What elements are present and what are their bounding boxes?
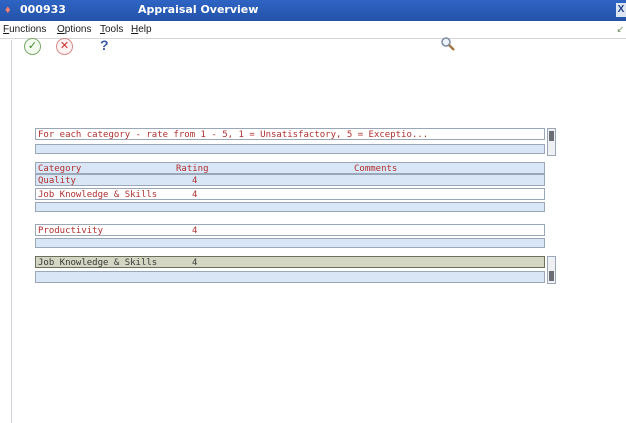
scroll-thumb[interactable] <box>549 131 554 141</box>
category-cell: Productivity <box>38 226 104 236</box>
ok-checkmark-icon[interactable]: ✓ <box>24 38 41 55</box>
instructions-row: For each category - rate from 1 - 5, 1 =… <box>35 128 545 140</box>
column-header-rating[interactable]: Rating <box>176 163 209 173</box>
category-cell: Job Knowledge & Skills <box>38 258 158 268</box>
selected-table-row[interactable]: Job Knowledge & Skills 4 <box>35 256 545 268</box>
scroll-thumb[interactable] <box>549 271 554 281</box>
top-scrollbar[interactable] <box>547 128 556 156</box>
toolbar: ✓ ✕ ? <box>0 0 626 58</box>
column-header-category[interactable]: Category <box>38 163 81 173</box>
blank-form-area <box>13 300 626 423</box>
category-cell: Job Knowledge & Skills <box>38 190 158 200</box>
table-row[interactable]: Quality 4 <box>35 174 545 186</box>
appraisal-grid: For each category - rate from 1 - 5, 1 =… <box>35 128 556 288</box>
bottom-scrollbar[interactable] <box>547 256 556 284</box>
table-row[interactable]: Productivity 4 <box>35 224 545 236</box>
table-row[interactable]: Job Knowledge & Skills 4 <box>35 188 545 200</box>
cancel-x-icon[interactable]: ✕ <box>56 38 73 55</box>
category-cell: Quality <box>38 176 76 186</box>
table-row[interactable] <box>35 271 545 283</box>
rating-cell[interactable]: 4 <box>192 175 197 185</box>
rating-cell[interactable]: 4 <box>192 189 197 199</box>
spacer-row <box>35 144 545 154</box>
form-left-edge <box>0 40 12 423</box>
find-magnifier-icon[interactable] <box>440 36 456 57</box>
table-row[interactable] <box>35 202 545 212</box>
table-row[interactable] <box>35 238 545 248</box>
instructions-text: For each category - rate from 1 - 5, 1 =… <box>38 130 429 140</box>
column-header-comments[interactable]: Comments <box>354 163 397 173</box>
help-icon[interactable]: ? <box>100 36 109 54</box>
rating-cell[interactable]: 4 <box>192 257 197 267</box>
rating-cell[interactable]: 4 <box>192 225 197 235</box>
column-header-row: Category Rating Comments <box>35 162 545 174</box>
